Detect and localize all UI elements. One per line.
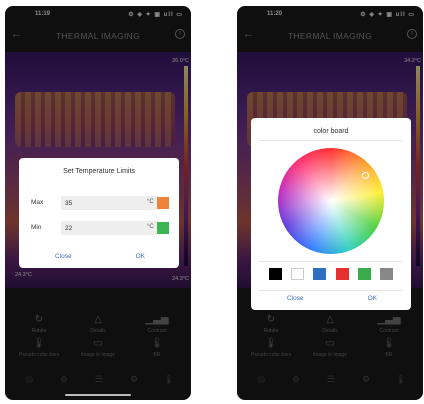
color-board-dialog: color board Close OK [251,118,411,310]
palette-swatch[interactable] [269,268,282,280]
dialog-title: Set Temperature Limits [63,168,135,175]
home-indicator [65,394,131,396]
ok-button[interactable]: OK [368,295,377,302]
divider [259,140,403,141]
palette-swatch[interactable] [380,268,393,280]
max-row: Max °C [31,196,169,210]
min-color-swatch[interactable] [157,222,169,234]
ok-button[interactable]: OK [136,253,145,260]
divider [259,261,403,262]
temperature-limits-dialog: Set Temperature Limits Max °C Min °C Clo… [19,158,179,268]
color-wheel[interactable] [278,148,384,254]
max-unit: °C [147,199,154,205]
phone-screen-right: 11:20 ⚙ ◈ ✦ ▣ ull ▭ ← THERMAL IMAGING i … [237,6,423,400]
palette-swatch[interactable] [357,268,371,280]
min-input[interactable] [61,221,157,235]
min-row: Min °C [31,221,169,235]
dialog-title: color board [313,128,349,135]
phone-screen-left: 11:19 ⚙ ◈ ✦ ▣ ull ▭ ← THERMAL IMAGING i … [5,6,191,400]
color-picker-handle[interactable] [362,172,369,179]
palette-swatch[interactable] [313,268,327,280]
close-button[interactable]: Close [55,253,72,260]
close-button[interactable]: Close [287,295,304,302]
min-unit: °C [147,224,154,230]
palette-swatch[interactable] [335,268,349,280]
max-input[interactable] [61,196,157,210]
color-palette [269,268,393,280]
divider [259,290,403,291]
max-label: Max [31,199,44,206]
palette-swatch[interactable] [291,268,305,280]
min-label: Min [31,224,42,231]
max-color-swatch[interactable] [157,197,169,209]
